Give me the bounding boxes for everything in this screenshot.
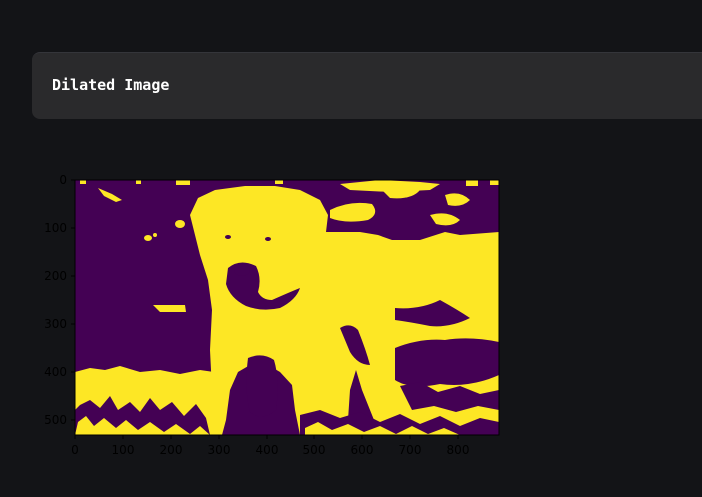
y-tick-label: 200 <box>44 269 67 283</box>
x-tick-label: 0 <box>71 443 79 457</box>
y-axis: 0 100 200 300 400 500 <box>44 173 75 427</box>
x-tick-label: 300 <box>208 443 231 457</box>
dog-nose <box>234 264 250 276</box>
header-card: Dilated Image <box>32 52 702 119</box>
x-tick-label: 800 <box>447 443 470 457</box>
dilated-image <box>75 180 499 435</box>
page-title: Dilated Image <box>52 76 170 94</box>
image-plot: 0 100 200 300 400 500 600 700 800 0 100 … <box>0 160 560 480</box>
x-tick-label: 400 <box>256 443 279 457</box>
y-tick-label: 0 <box>59 173 67 187</box>
x-tick-label: 700 <box>399 443 422 457</box>
y-tick-label: 300 <box>44 317 67 331</box>
x-tick-label: 200 <box>160 443 183 457</box>
y-tick-label: 400 <box>44 365 67 379</box>
x-tick-label: 500 <box>303 443 326 457</box>
x-tick-label: 100 <box>112 443 135 457</box>
x-tick-label: 600 <box>351 443 374 457</box>
y-tick-label: 100 <box>44 221 67 235</box>
image-plot-svg: 0 100 200 300 400 500 600 700 800 0 100 … <box>44 173 500 457</box>
y-tick-label: 500 <box>44 413 67 427</box>
x-axis: 0 100 200 300 400 500 600 700 800 <box>71 435 469 457</box>
